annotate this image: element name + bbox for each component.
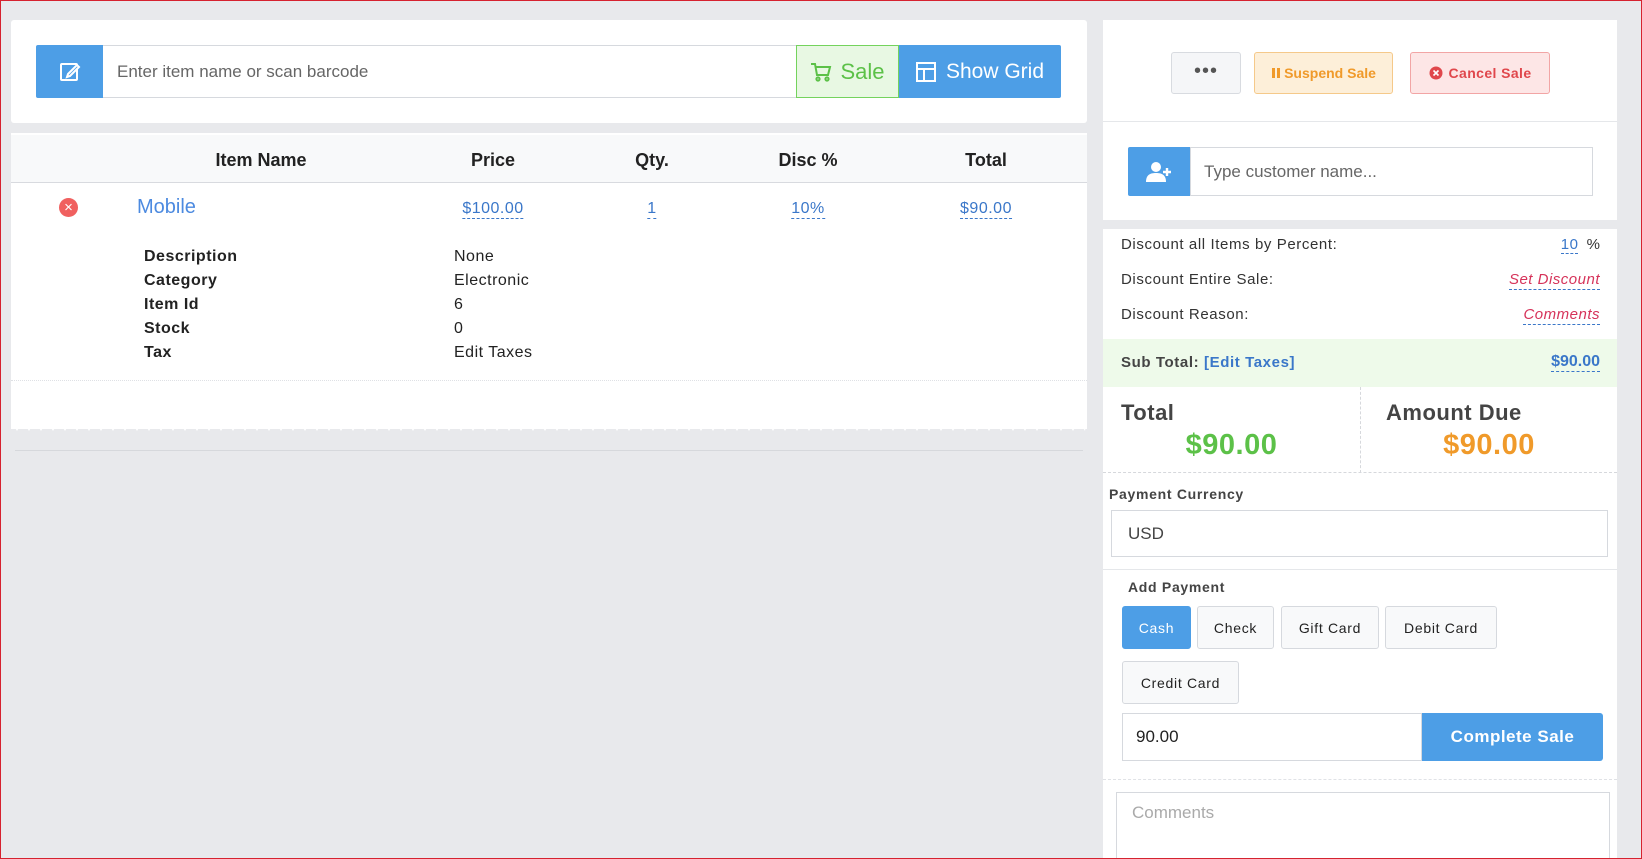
detail-value-stock: 0 [454,320,464,337]
complete-sale-button[interactable]: Complete Sale [1422,713,1603,761]
customer-panel [1103,122,1617,220]
detail-label-item-id: Item Id [144,296,200,313]
customer-name-input[interactable] [1190,147,1593,196]
payment-type-cash[interactable]: Cash [1122,606,1191,649]
cancel-icon [1429,66,1442,80]
item-search-input[interactable] [103,45,803,98]
edit-taxes-button[interactable]: [Edit Taxes] [1204,354,1295,371]
detail-label-description: Description [144,248,238,265]
detail-label-category: Category [144,272,218,289]
set-discount-link[interactable]: Set Discount [1508,271,1600,290]
item-price-editable[interactable]: $100.00 [462,200,524,219]
detail-value-item-id: 6 [454,296,464,313]
total-value: $90.00 [1185,429,1278,461]
cancel-sale-label: Cancel Sale [1448,65,1532,81]
payment-currency-select[interactable]: USD [1111,510,1608,557]
column-total: Total [965,150,1007,170]
row-divider [11,380,1087,381]
payment-currency-label: Payment Currency [1109,486,1244,502]
cart-header: Item Name Price Qty. Disc % Total [11,135,1087,183]
sale-mode-button[interactable]: Sale [796,45,899,98]
section-divider [1103,779,1617,780]
payment-type-check[interactable]: Check [1197,606,1274,649]
total-block: Total $90.00 [1103,387,1360,473]
discount-all-percent-editable[interactable]: 10 [1560,236,1579,254]
column-discount: Disc % [778,150,838,170]
add-payment-label: Add Payment [1128,579,1226,595]
total-label: Total [1121,400,1175,425]
cart-bottom-divider [15,450,1083,451]
sale-actions-panel: ••• Suspend Sale Cancel Sale [1103,20,1617,122]
suspend-sale-label: Suspend Sale [1284,65,1376,81]
payment-type-debit-card[interactable]: Debit Card [1385,606,1497,649]
discount-all-label: Discount all Items by Percent: [1121,236,1338,253]
subtotal-label-group: Sub Total: [Edit Taxes] [1121,354,1295,371]
grid-icon [915,61,936,82]
discount-comments-link[interactable]: Comments [1523,306,1600,325]
sale-label: Sale [840,58,885,84]
item-name-link[interactable]: Mobile [137,196,196,219]
amount-due-value: $90.00 [1443,429,1535,461]
column-price: Price [470,150,516,170]
detail-label-tax: Tax [144,344,172,361]
detail-value-category: Electronic [454,272,530,289]
show-grid-button[interactable]: Show Grid [899,45,1061,98]
remove-icon[interactable]: × [59,198,78,217]
edit-icon [59,62,80,81]
edit-mode-button[interactable] [36,45,103,98]
discount-entire-label: Discount Entire Sale: [1121,271,1274,288]
item-search-bar: Sale Show Grid [11,20,1087,123]
suspend-sale-button[interactable]: Suspend Sale [1254,52,1393,94]
detail-label-stock: Stock [144,320,191,337]
subtotal-label: Sub Total: [1121,354,1200,371]
cart-icon [811,62,832,82]
amount-due-block: Amount Due $90.00 [1360,387,1617,473]
column-qty: Qty. [635,150,669,170]
item-qty-editable[interactable]: 1 [647,200,657,219]
add-user-icon [1146,161,1171,182]
subtotal-value[interactable]: $90.00 [1551,353,1600,372]
section-divider [1103,569,1617,570]
sale-summary-panel: Discount all Items by Percent: 10 % Disc… [1103,229,1617,859]
cancel-sale-button[interactable]: Cancel Sale [1410,52,1550,94]
discount-all-group: 10 % [1560,236,1600,254]
item-discount-editable[interactable]: 10% [791,200,825,219]
pause-icon [1272,68,1281,78]
discount-reason-label: Discount Reason: [1121,306,1249,323]
item-total-editable[interactable]: $90.00 [960,200,1012,219]
add-customer-button[interactable] [1128,147,1190,196]
subtotal-row: Sub Total: [Edit Taxes] $90.00 [1103,339,1617,387]
payment-type-credit-card[interactable]: Credit Card [1122,661,1239,704]
show-grid-label: Show Grid [945,59,1045,83]
detail-value-description: None [454,248,495,265]
sale-comments-textarea[interactable] [1116,792,1610,859]
receipt-zigzag-edge [11,419,1087,431]
more-options-button[interactable]: ••• [1171,52,1241,94]
column-item-name: Item Name [215,150,307,170]
payment-amount-input[interactable] [1122,713,1422,761]
amount-due-label: Amount Due [1386,400,1522,425]
payment-type-gift-card[interactable]: Gift Card [1281,606,1379,649]
cart-table: Item Name Price Qty. Disc % Total × Mobi… [11,133,1087,429]
edit-taxes-link[interactable]: Edit Taxes [454,344,533,362]
totals-row: Total $90.00 Amount Due $90.00 [1103,387,1617,473]
percent-sign: % [1586,236,1600,253]
